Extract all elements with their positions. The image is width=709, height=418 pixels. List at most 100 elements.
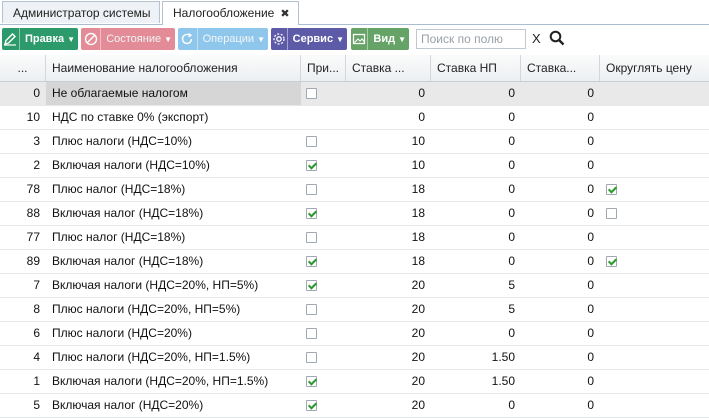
table-row[interactable]: 4 Плюс налоги (НДС=20%, НП=1.5%) 20 1.50 0: [0, 346, 709, 370]
column-header-rate[interactable]: Ставка ...: [346, 55, 431, 81]
cell-rate-2: 0: [587, 230, 594, 244]
cell-np-rate: 0: [508, 182, 515, 196]
cell-rate: 20: [411, 350, 425, 364]
cell-name: Включая налог (НДС=18%): [52, 254, 204, 268]
table-row[interactable]: 5 Включая налог (НДС=20%) 20 0 0: [0, 394, 709, 418]
column-header-included[interactable]: При...: [301, 55, 346, 81]
included-checkbox[interactable]: [306, 256, 317, 267]
chevron-down-icon: ▼: [67, 34, 75, 44]
included-checkbox[interactable]: [306, 304, 317, 315]
table-row[interactable]: 1 Включая налоги (НДС=20%, НП=1.5%) 20 1.50…: [0, 370, 709, 394]
round-price-checkbox[interactable]: [606, 208, 617, 219]
table-row[interactable]: 7 Включая налоги (НДС=20%, НП=5%) 20 5 0: [0, 274, 709, 298]
cell-np-rate: 0: [508, 230, 515, 244]
cell-id: 0: [33, 86, 40, 100]
table-row[interactable]: 88 Включая налог (НДС=18%) 18 0 0: [0, 202, 709, 226]
table-row[interactable]: 8 Плюс налоги (НДС=20%, НП=5%) 20 5 0: [0, 298, 709, 322]
cell-np-rate: 0: [508, 134, 515, 148]
tab-label: Налогообложение: [173, 6, 275, 20]
cell-id: 3: [33, 134, 40, 148]
included-checkbox[interactable]: [306, 328, 317, 339]
cell-id: 10: [26, 110, 40, 124]
included-checkbox[interactable]: [306, 232, 317, 243]
column-header-id[interactable]: ...: [0, 55, 46, 81]
chevron-down-icon: ▼: [336, 34, 344, 44]
toolbar: Правка ▼ Состояние ▼ Операции ▼ Сервис ▼ Вид…: [0, 25, 709, 56]
state-button[interactable]: Состояние ▼: [81, 28, 175, 50]
operations-label: Операции: [202, 33, 255, 45]
cancel-circle-icon: [81, 28, 102, 50]
cell-np-rate: 0: [508, 206, 515, 220]
table-header: ... Наименование налогообложения При... …: [0, 55, 709, 82]
cell-name: Включая налоги (НДС=20%, НП=5%): [52, 278, 259, 292]
round-price-checkbox[interactable]: [606, 256, 617, 267]
table-row[interactable]: 6 Плюс налоги (НДС=20%) 20 0 0: [0, 322, 709, 346]
cell-rate: 0: [418, 110, 425, 124]
cell-np-rate: 0: [508, 86, 515, 100]
cell-id: 88: [26, 206, 40, 220]
included-checkbox[interactable]: [306, 184, 317, 195]
included-checkbox[interactable]: [306, 400, 317, 411]
included-checkbox[interactable]: [306, 160, 317, 171]
cell-np-rate: 5: [508, 302, 515, 316]
state-label: Состояние: [106, 33, 162, 45]
cell-id: 7: [33, 278, 40, 292]
table-row[interactable]: 0 Не облагаемые налогом 0 0 0: [0, 82, 709, 106]
search-icon[interactable]: [549, 30, 565, 49]
cell-np-rate: 1.50: [491, 350, 515, 364]
table-row[interactable]: 78 Плюс налог (НДС=18%) 18 0 0: [0, 178, 709, 202]
cell-id: 1: [33, 374, 40, 388]
tab-label: Администратор системы: [13, 6, 151, 20]
included-checkbox[interactable]: [306, 352, 317, 363]
table-row[interactable]: 2 Включая налоги (НДС=10%) 10 0 0: [0, 154, 709, 178]
cell-name: Плюс налоги (НДС=20%): [52, 326, 192, 340]
cell-name: НДС по ставке 0% (экспорт): [52, 110, 209, 124]
included-checkbox[interactable]: [306, 88, 317, 99]
service-label: Сервис: [292, 33, 334, 45]
close-icon[interactable]: ✖: [280, 8, 289, 20]
edit-button[interactable]: Правка ▼: [2, 28, 78, 50]
table-row[interactable]: 10 НДС по ставке 0% (экспорт) 0 0 0: [0, 106, 709, 130]
chevron-down-icon: ▼: [164, 34, 172, 44]
column-header-np-rate[interactable]: Ставка НП: [431, 55, 521, 81]
cell-id: 2: [33, 158, 40, 172]
cell-rate: 18: [411, 254, 425, 268]
tab-system-admin[interactable]: Администратор системы: [2, 1, 160, 23]
operations-button[interactable]: Операции ▼: [178, 28, 268, 50]
cell-rate: 18: [411, 182, 425, 196]
cell-name: Плюс налоги (НДС=20%, НП=5%): [52, 302, 241, 316]
cell-rate-2: 0: [587, 326, 594, 340]
cell-rate-2: 0: [587, 158, 594, 172]
cell-rate-2: 0: [587, 254, 594, 268]
search-input[interactable]: [416, 29, 526, 49]
tab-taxation[interactable]: Налогообложение ✖: [162, 1, 299, 25]
cell-rate: 20: [411, 374, 425, 388]
table-row[interactable]: 89 Включая налог (НДС=18%) 18 0 0: [0, 250, 709, 274]
table-row[interactable]: 77 Плюс налог (НДС=18%) 18 0 0: [0, 226, 709, 250]
image-icon: [351, 28, 369, 50]
cell-rate-2: 0: [587, 110, 594, 124]
table-row[interactable]: 3 Плюс налоги (НДС=10%) 10 0 0: [0, 130, 709, 154]
cell-name: Плюс налог (НДС=18%): [52, 230, 186, 244]
column-header-rate-2[interactable]: Ставка...: [521, 55, 600, 81]
clear-search-button[interactable]: X: [532, 31, 541, 46]
cell-id: 89: [26, 254, 40, 268]
included-checkbox[interactable]: [306, 376, 317, 387]
view-button[interactable]: Вид ▼: [351, 28, 409, 50]
service-button[interactable]: Сервис ▼: [271, 28, 347, 50]
cell-id: 4: [33, 350, 40, 364]
cell-name: Включая налог (НДС=20%): [52, 398, 204, 412]
column-header-round-price[interactable]: Округлять цену: [600, 55, 709, 81]
included-checkbox[interactable]: [306, 208, 317, 219]
included-checkbox[interactable]: [306, 136, 317, 147]
cell-id: 8: [33, 302, 40, 316]
included-checkbox[interactable]: [306, 280, 317, 291]
cell-rate-2: 0: [587, 206, 594, 220]
column-header-name[interactable]: Наименование налогообложения: [46, 55, 301, 81]
cell-np-rate: 0: [508, 110, 515, 124]
pencil-icon: [2, 28, 20, 50]
round-price-checkbox[interactable]: [606, 184, 617, 195]
cell-rate: 10: [411, 158, 425, 172]
cell-np-rate: 0: [508, 326, 515, 340]
refresh-icon: [178, 28, 198, 50]
